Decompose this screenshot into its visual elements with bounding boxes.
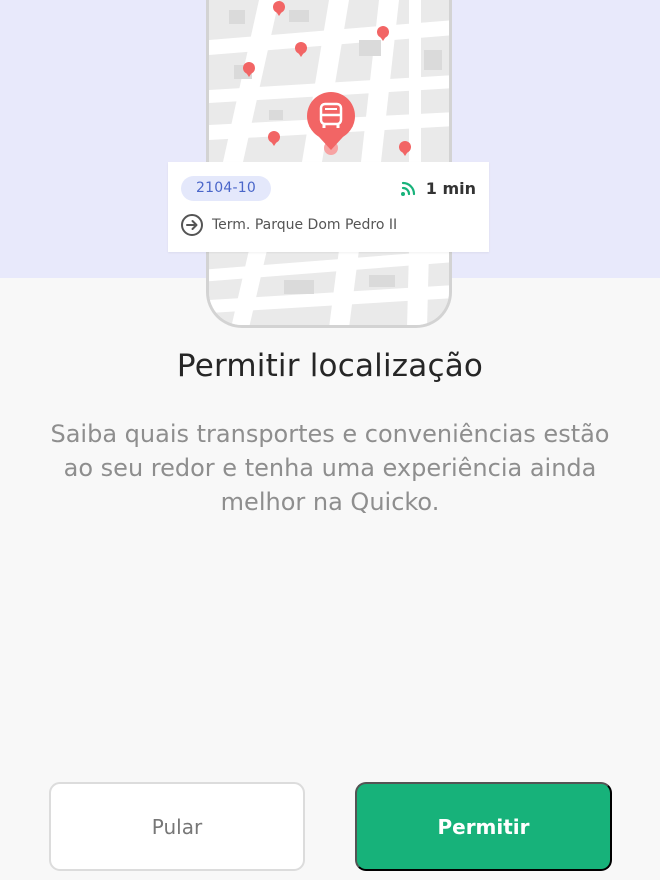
destination-row: Term. Parque Dom Pedro II (180, 213, 397, 237)
eta-text: 1 min (425, 179, 476, 198)
route-badge: 2104-10 (181, 176, 271, 201)
destination-text: Term. Parque Dom Pedro II (212, 217, 398, 233)
arrow-circle-right-icon (181, 214, 203, 236)
skip-button[interactable]: Pular (49, 782, 305, 871)
bus-arrival-card: 2104-10 1 min Term. Parque Dom Pedro II (168, 162, 489, 252)
page-description: Saiba quais transportes e conveniências … (50, 420, 610, 516)
eta-indicator: 1 min (400, 176, 476, 201)
allow-button[interactable]: Permitir (355, 782, 612, 871)
signal-waves-icon (400, 181, 415, 196)
page-title: Permitir localização (176, 348, 484, 384)
